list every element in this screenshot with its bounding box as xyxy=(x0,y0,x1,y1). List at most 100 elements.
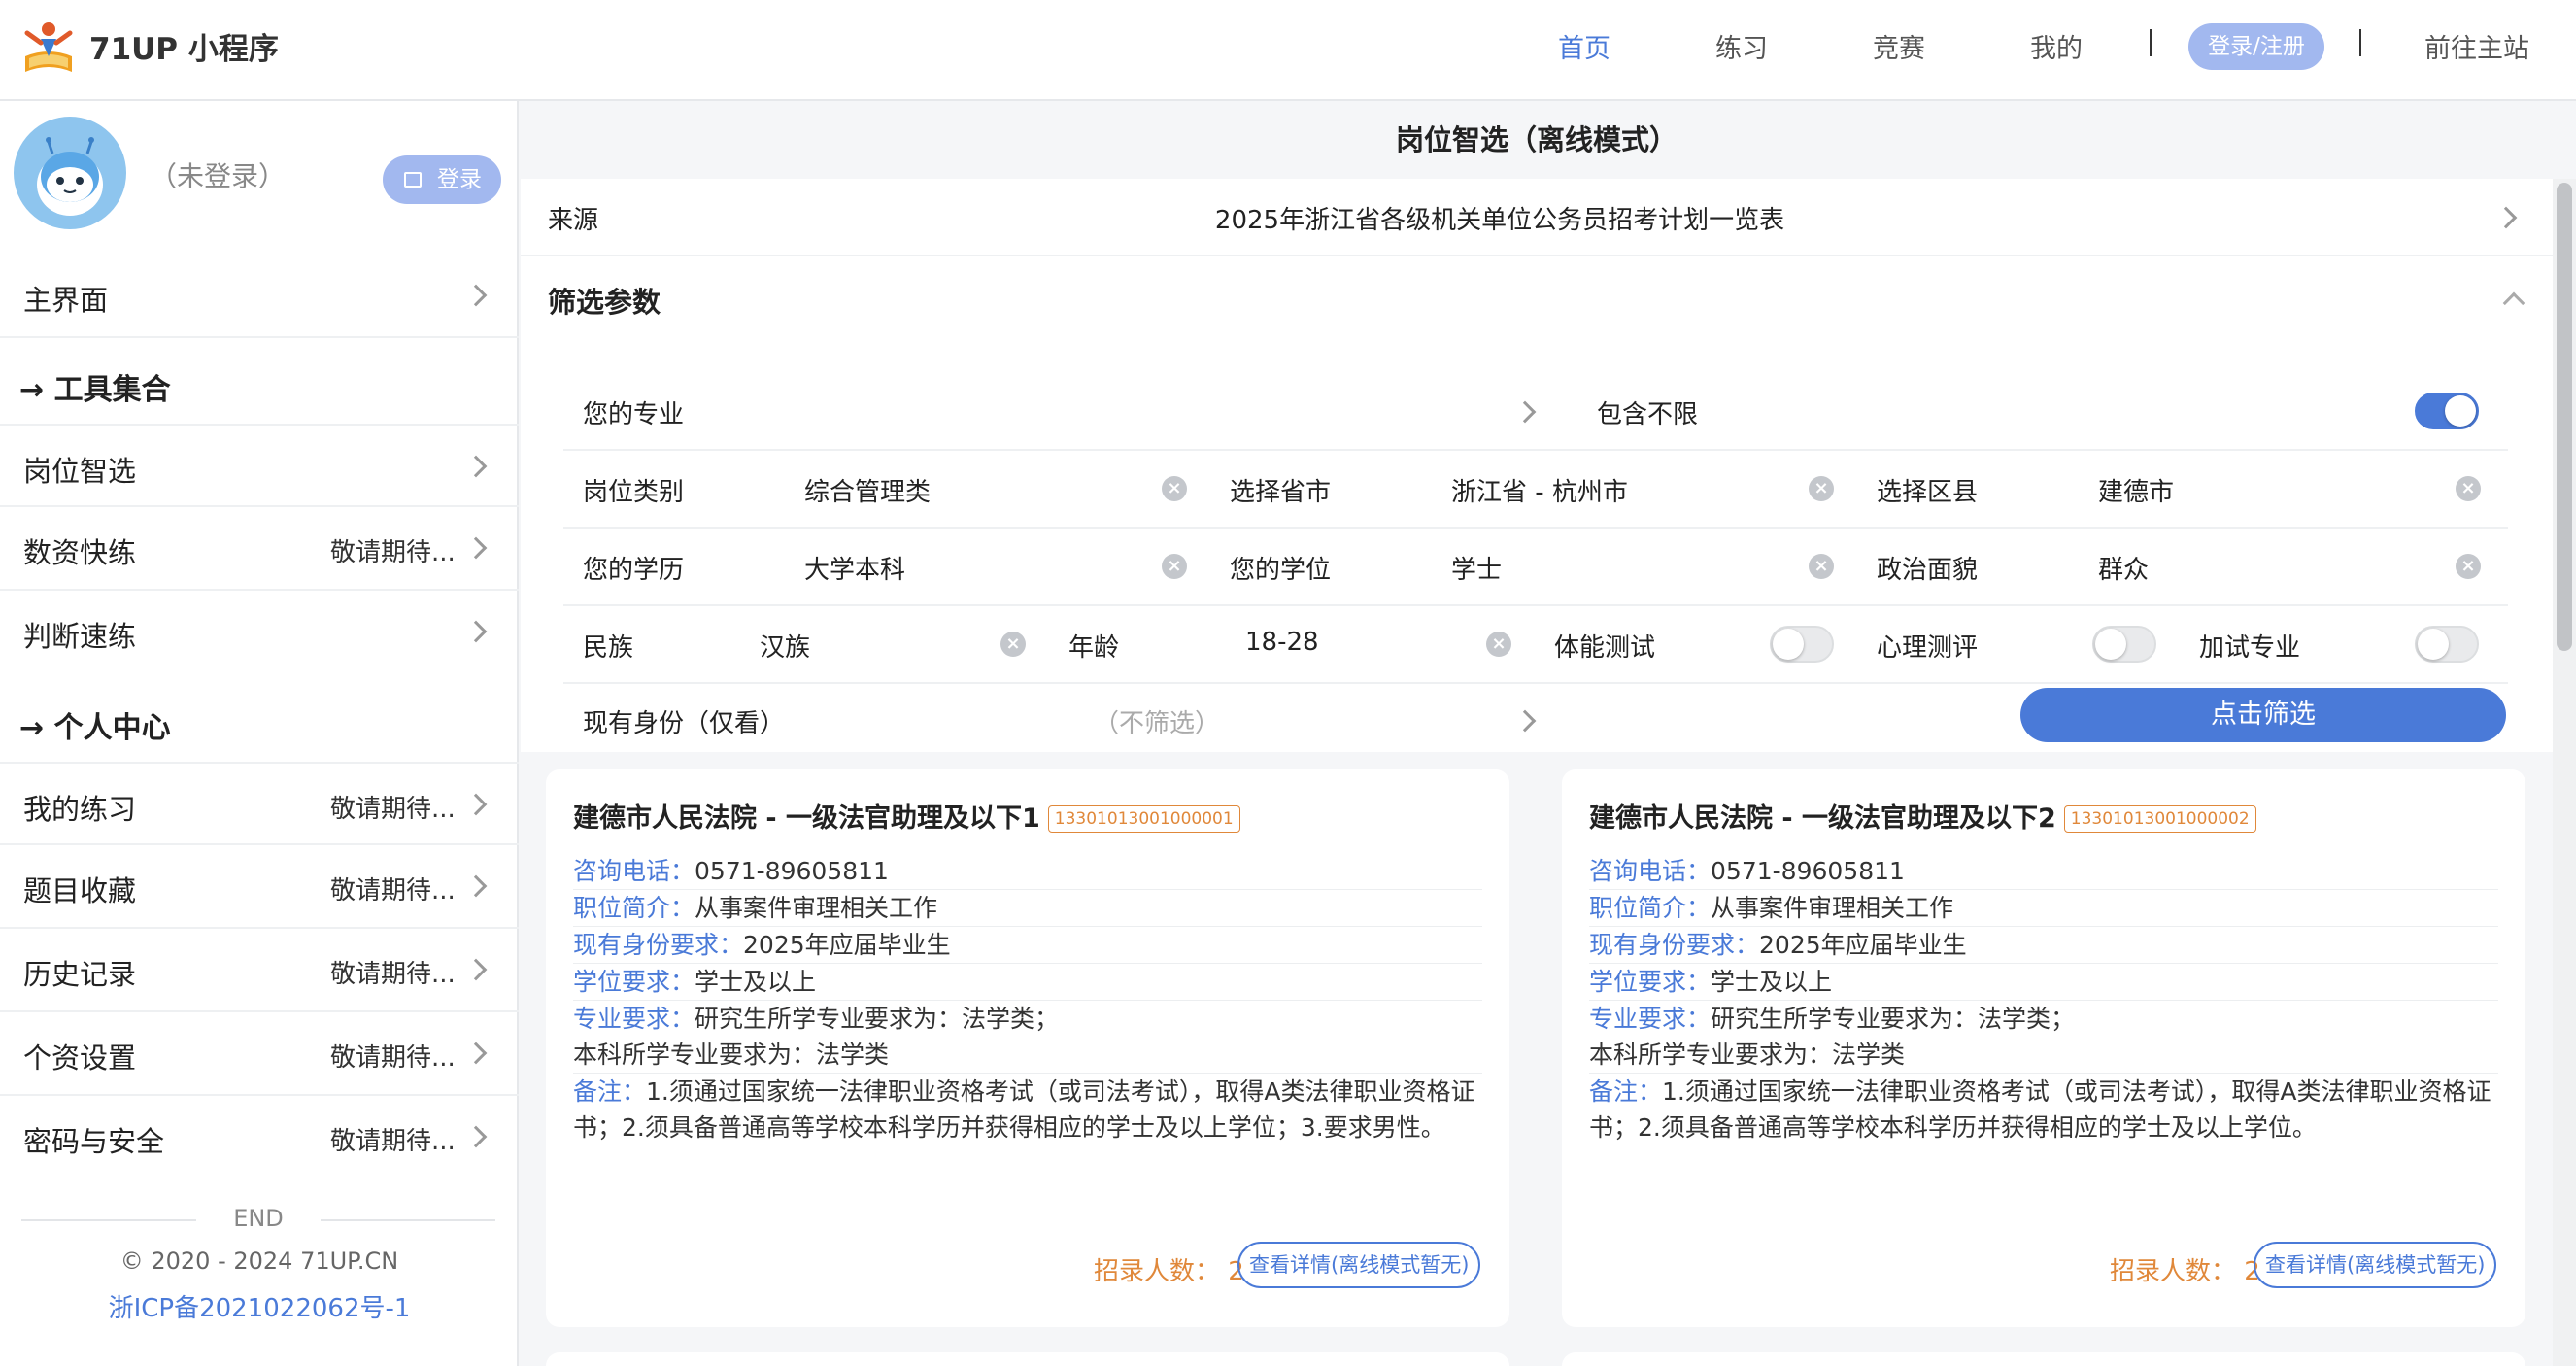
detail-note-cont: 书；2.须具备普通高等学校本科学历并获得相应的学士及以上学位；3.要求男性。 xyxy=(573,1113,1445,1142)
scrollbar[interactable] xyxy=(2553,179,2576,1366)
sidebar-item-label: 岗位智选 xyxy=(23,455,137,488)
degree-select[interactable]: 学士 xyxy=(1451,550,1502,586)
chevron-right-icon xyxy=(464,958,488,981)
identity-label: 现有身份（仅看） xyxy=(583,709,786,738)
clear-icon[interactable]: × xyxy=(1000,632,1026,657)
filter-row-major: 您的专业 包含不限 xyxy=(563,373,2508,451)
job-code-badge: 13301013001000001 xyxy=(1047,805,1240,833)
extra-major-toggle[interactable] xyxy=(2415,626,2479,663)
nav-divider xyxy=(2150,29,2152,56)
sidebar-item-job-select[interactable]: 岗位智选 xyxy=(0,424,519,507)
chevron-right-icon[interactable] xyxy=(1513,400,1537,424)
detail-key: 专业要求： xyxy=(573,1005,695,1033)
chevron-right-icon[interactable] xyxy=(1513,709,1537,733)
nav-contest[interactable]: 竞赛 xyxy=(1873,27,1925,65)
user-status: （未登录） xyxy=(150,160,287,192)
detail-value: 2025年应届毕业生 xyxy=(743,931,951,959)
sidebar-item-main[interactable]: 主界面 xyxy=(0,255,519,338)
political-select[interactable]: 群众 xyxy=(2098,550,2149,586)
icp-link[interactable]: 浙ICP备2021022062号-1 xyxy=(0,1288,519,1324)
chevron-right-icon xyxy=(464,1125,488,1148)
coming-soon-label: 敬请期待... xyxy=(330,960,456,989)
submit-filter-button[interactable]: 点击筛选 xyxy=(2020,688,2506,742)
hire-count: 招录人数： 2 xyxy=(1094,1251,1244,1287)
job-type-select[interactable]: 综合管理类 xyxy=(804,472,931,508)
detail-key: 咨询电话： xyxy=(1589,857,1712,885)
detail-key: 专业要求： xyxy=(1589,1005,1712,1033)
clear-icon[interactable]: × xyxy=(1809,554,1834,579)
detail-note-cont: 书；2.须具备普通高等学校本科学历并获得相应的学士及以上学位。 xyxy=(1589,1113,2317,1142)
detail-key: 现有身份要求： xyxy=(573,931,744,959)
clear-icon[interactable]: × xyxy=(2456,554,2481,579)
chevron-right-icon xyxy=(2494,206,2518,229)
avatar xyxy=(14,117,126,229)
top-bar: 71UP 小程序 首页 练习 竞赛 我的 登录/注册 前往主站 xyxy=(0,0,2576,101)
clear-icon[interactable]: × xyxy=(1162,554,1187,579)
province-label: 选择省市 xyxy=(1230,478,1332,507)
education-select[interactable]: 大学本科 xyxy=(804,550,905,586)
filter-row-personal: 民族 汉族 × 年龄 18-28 × 体能测试 心理测评 加试专业 xyxy=(563,606,2508,684)
detail-key: 学位要求： xyxy=(573,968,695,996)
chevron-right-icon xyxy=(464,793,488,816)
identity-select[interactable]: （不筛选） xyxy=(1094,703,1220,739)
clear-icon[interactable]: × xyxy=(1486,632,1511,657)
district-select[interactable]: 建德市 xyxy=(2098,472,2174,508)
filter-title: 筛选参数 xyxy=(548,286,661,319)
sidebar-item-security[interactable]: 密码与安全 敬请期待... xyxy=(0,1096,519,1179)
nav-home[interactable]: 首页 xyxy=(1558,27,1610,65)
nav-divider xyxy=(2359,29,2361,56)
sidebar-item-data-practice[interactable]: 数资快练 敬请期待... xyxy=(0,507,519,591)
detail-value: 研究生所学专业要求为：法学类； xyxy=(1711,1005,2076,1033)
copyright: © 2020 - 2024 71UP.CN xyxy=(119,1247,399,1275)
clear-icon[interactable]: × xyxy=(1162,476,1187,501)
job-title: 建德市人民法院 - 一级法官助理及以下2 13301013001000002 xyxy=(1589,797,2256,835)
sidebar-item-judgment-practice[interactable]: 判断速练 xyxy=(0,591,519,674)
view-detail-button[interactable]: 查看详情(离线模式暂无) xyxy=(1237,1242,1481,1288)
age-select[interactable]: 18-28 xyxy=(1245,628,1319,657)
coming-soon-label: 敬请期待... xyxy=(330,1127,456,1156)
include-unlimited-label: 包含不限 xyxy=(1597,400,1699,429)
detail-identity: 现有身份要求：2025年应届毕业生 xyxy=(573,927,1482,964)
coming-soon-label: 敬请期待... xyxy=(330,876,456,905)
detail-major-cont: 本科所学专业要求为：法学类 xyxy=(1589,1037,2498,1074)
login-icon xyxy=(404,172,422,188)
fitness-toggle[interactable] xyxy=(1770,626,1834,663)
job-card-partial xyxy=(546,1352,1509,1366)
hire-count-label: 招录人数： xyxy=(2110,1257,2237,1286)
sidebar-item-profile-settings[interactable]: 个资设置 敬请期待... xyxy=(0,1012,519,1096)
sidebar-item-history[interactable]: 历史记录 敬请期待... xyxy=(0,929,519,1012)
sidebar-login-button[interactable]: 登录 xyxy=(383,155,501,204)
district-label: 选择区县 xyxy=(1877,478,1979,507)
sidebar: （未登录） 登录 主界面 → 工具集合 岗位智选 数资快练 敬请期待... 判断… xyxy=(0,101,519,1366)
clear-icon[interactable]: × xyxy=(1809,476,1834,501)
chevron-up-icon[interactable] xyxy=(2502,291,2525,315)
detail-value: 学士及以上 xyxy=(1711,968,1833,996)
detail-degree: 学位要求：学士及以上 xyxy=(573,964,1482,1001)
sidebar-item-label: 数资快练 xyxy=(23,536,137,569)
nav-main-site[interactable]: 前往主站 xyxy=(2424,27,2529,65)
detail-key: 备注： xyxy=(1589,1077,1663,1106)
sidebar-item-label: 主界面 xyxy=(23,284,109,317)
scroll-thumb[interactable] xyxy=(2557,183,2572,651)
login-register-button[interactable]: 登录/注册 xyxy=(2188,23,2324,70)
psych-toggle[interactable] xyxy=(2092,626,2156,663)
sidebar-item-my-practice[interactable]: 我的练习 敬请期待... xyxy=(0,762,519,845)
degree-label: 您的学位 xyxy=(1230,556,1332,585)
job-title-text: 建德市人民法院 - 一级法官助理及以下1 xyxy=(573,803,1040,834)
source-selector[interactable]: 来源 2025年浙江省各级机关单位公务员招考计划一览表 xyxy=(521,179,2553,256)
clear-icon[interactable]: × xyxy=(2456,476,2481,501)
logo-icon xyxy=(24,22,73,72)
province-select[interactable]: 浙江省 - 杭州市 xyxy=(1451,472,1628,508)
nav-practice[interactable]: 练习 xyxy=(1715,27,1768,65)
detail-intro: 职位简介：从事案件审理相关工作 xyxy=(1589,890,2498,927)
view-detail-button[interactable]: 查看详情(离线模式暂无) xyxy=(2254,1242,2497,1288)
include-unlimited-toggle[interactable] xyxy=(2415,393,2479,429)
job-type-label: 岗位类别 xyxy=(583,478,685,507)
fitness-label: 体能测试 xyxy=(1554,633,1656,663)
ethnicity-select[interactable]: 汉族 xyxy=(760,628,810,664)
detail-note: 备注：1.须通过国家统一法律职业资格考试（或司法考试），取得A类法律职业资格证 xyxy=(573,1074,1482,1110)
sidebar-item-label: 题目收藏 xyxy=(23,874,137,907)
sidebar-item-favorites[interactable]: 题目收藏 敬请期待... xyxy=(0,845,519,929)
nav-mine[interactable]: 我的 xyxy=(2030,27,2083,65)
filter-row-job: 岗位类别 综合管理类 × 选择省市 浙江省 - 杭州市 × 选择区县 建德市 × xyxy=(563,451,2508,529)
